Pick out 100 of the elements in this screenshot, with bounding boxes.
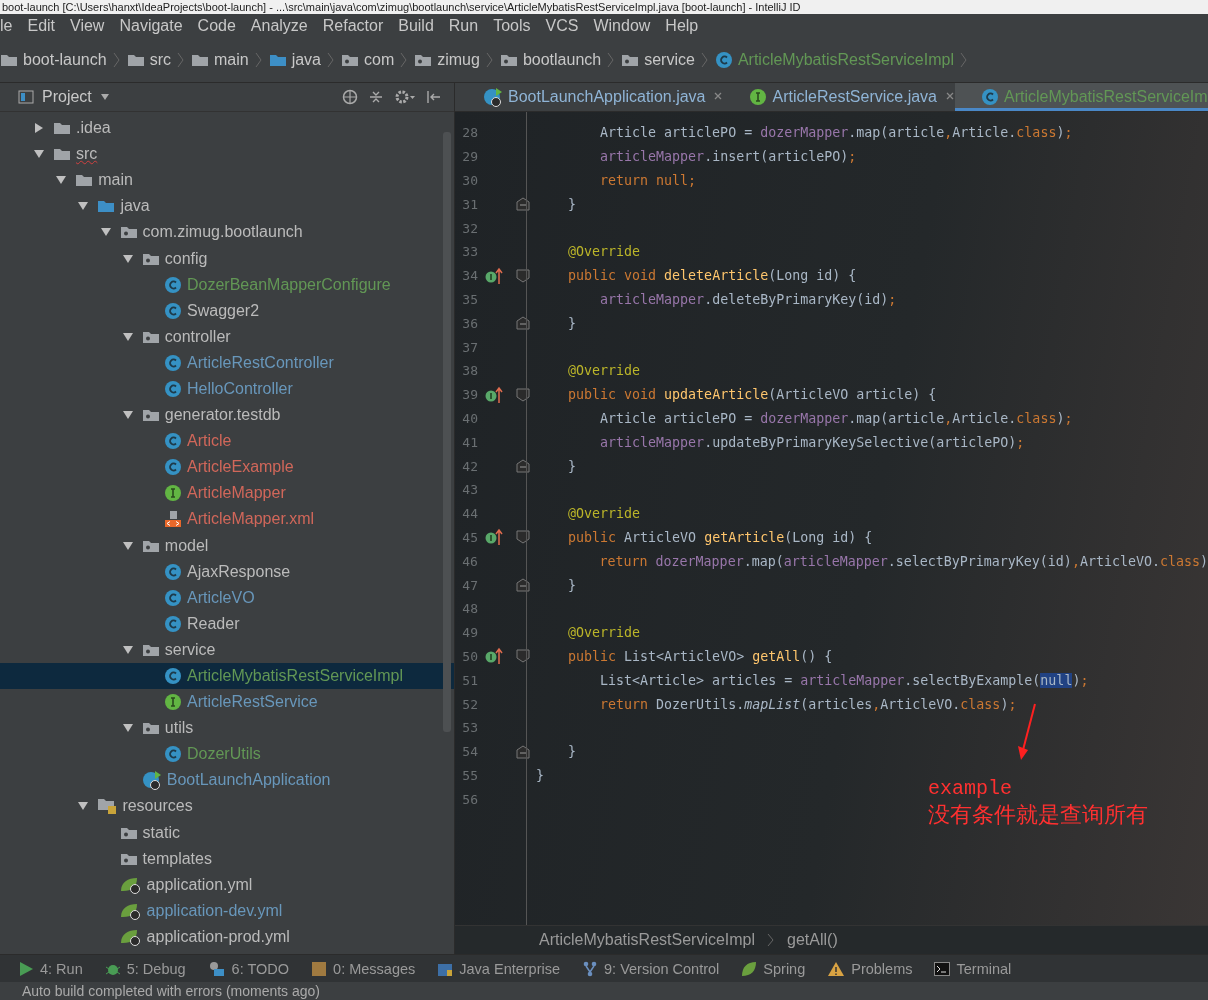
tool-window-button[interactable]: 6: TODO: [207, 960, 290, 977]
breadcrumb-item[interactable]: bootlaunch: [522, 51, 602, 69]
menu-item[interactable]: le: [0, 17, 13, 35]
target-icon[interactable]: [342, 89, 358, 105]
tree-item[interactable]: AjaxResponse: [0, 558, 454, 585]
tree-item[interactable]: java: [0, 193, 454, 220]
implements-marker-icon[interactable]: [485, 385, 503, 404]
scrollbar-thumb[interactable]: [443, 132, 451, 732]
menu-item[interactable]: Help: [665, 17, 699, 35]
editor-tab[interactable]: BootLaunchApplication.java: [455, 83, 714, 111]
tree-item[interactable]: resources: [0, 793, 454, 820]
breadcrumb-item[interactable]: com: [364, 51, 395, 69]
tree-item[interactable]: DozerBeanMapperConfigure: [0, 271, 454, 298]
breadcrumb-item[interactable]: service: [644, 51, 695, 69]
tool-window-button[interactable]: Problems: [827, 960, 913, 977]
tree-item[interactable]: ArticleRestController: [0, 349, 454, 376]
breadcrumb-item[interactable]: ArticleMybatisRestServiceImpl: [539, 931, 756, 949]
tree-item[interactable]: ArticleVO: [0, 584, 454, 611]
tree-item[interactable]: DozerUtils: [0, 741, 454, 768]
fold-marker-icon[interactable]: [516, 387, 530, 402]
tree-item[interactable]: Reader: [0, 610, 454, 637]
tree-item[interactable]: BootLaunchApplication: [0, 767, 454, 794]
tree-item[interactable]: Swagger2: [0, 297, 454, 324]
tree-item[interactable]: templates: [0, 845, 454, 872]
tool-window-button[interactable]: Java Enterprise: [437, 960, 561, 977]
menu-item[interactable]: Tools: [493, 17, 531, 35]
editor-tab[interactable]: ArticleRestService.java: [723, 83, 945, 111]
implements-marker-icon[interactable]: [485, 528, 503, 547]
menu-item[interactable]: View: [70, 17, 105, 35]
tree-item[interactable]: application-prod.yml: [0, 923, 454, 950]
tree-item[interactable]: .idea: [0, 115, 454, 142]
hide-panel-icon[interactable]: [426, 89, 442, 105]
menu-item[interactable]: Code: [197, 17, 236, 35]
package-icon: [414, 53, 433, 67]
expand-arrow-icon[interactable]: [33, 122, 45, 135]
tool-window-button[interactable]: 0: Messages: [311, 960, 416, 977]
expand-arrow-icon[interactable]: [121, 330, 134, 343]
tree-item[interactable]: service: [0, 636, 454, 663]
settings-icon[interactable]: [394, 89, 416, 105]
tree-label: main: [98, 171, 133, 190]
fold-marker-icon[interactable]: [516, 268, 530, 283]
tree-item[interactable]: ArticleRestService: [0, 689, 454, 716]
panel-icon: [18, 89, 34, 105]
expand-arrow-icon[interactable]: [121, 643, 134, 656]
expand-arrow-icon[interactable]: [121, 539, 134, 552]
tree-item[interactable]: model: [0, 532, 454, 559]
tree-item[interactable]: ArticleMapper: [0, 480, 454, 507]
tree-item[interactable]: application-dev.yml: [0, 897, 454, 924]
menu-item[interactable]: Build: [398, 17, 434, 35]
fold-marker-icon[interactable]: [516, 459, 530, 474]
fold-marker-icon[interactable]: [516, 316, 530, 331]
implements-marker-icon[interactable]: [485, 647, 503, 666]
fold-marker-icon[interactable]: [516, 578, 530, 593]
menu-item[interactable]: Run: [448, 17, 479, 35]
implements-marker-icon[interactable]: [485, 266, 503, 285]
tool-window-button[interactable]: Spring: [741, 960, 806, 977]
code-line: @Override: [567, 506, 641, 522]
collapse-all-icon[interactable]: [368, 89, 384, 105]
breadcrumb-item[interactable]: src: [149, 51, 171, 69]
tree-item[interactable]: utils: [0, 715, 454, 742]
menu-item[interactable]: Analyze: [250, 17, 308, 35]
tree-item[interactable]: com.zimug.bootlaunch: [0, 219, 454, 246]
class-icon: [164, 588, 182, 607]
breadcrumb-item[interactable]: main: [213, 51, 249, 69]
tree-item[interactable]: generator.testdb: [0, 402, 454, 429]
breadcrumb-item[interactable]: ArticleMybatisRestServiceImpl: [737, 51, 954, 69]
fold-marker-icon[interactable]: [516, 744, 530, 759]
chevron-icon: [254, 52, 263, 68]
tree-item[interactable]: static: [0, 819, 454, 846]
tool-window-button[interactable]: 5: Debug: [104, 960, 186, 977]
fold-marker-icon[interactable]: [516, 530, 530, 545]
class-icon: [164, 353, 182, 372]
class-icon: [164, 275, 182, 294]
tree-item[interactable]: HelloController: [0, 375, 454, 403]
menu-item[interactable]: Navigate: [119, 17, 183, 35]
tree-item[interactable]: application.yml: [0, 871, 454, 898]
breadcrumb-item[interactable]: java: [291, 51, 321, 69]
tree-item[interactable]: src: [0, 141, 454, 168]
fold-marker-icon[interactable]: [516, 649, 530, 664]
tree-item[interactable]: ArticleMapper.xml: [0, 506, 454, 533]
breadcrumb-item[interactable]: getAll(): [787, 931, 838, 949]
menu-item[interactable]: Window: [593, 17, 651, 35]
tree-item[interactable]: ArticleExample: [0, 454, 454, 481]
tool-window-button[interactable]: Terminal: [934, 960, 1012, 977]
chevron-icon: [112, 52, 121, 68]
tree-item[interactable]: ArticleMybatisRestServiceImpl: [0, 662, 454, 690]
menu-item[interactable]: Refactor: [322, 17, 384, 35]
tree-item[interactable]: Article: [0, 428, 454, 455]
expand-arrow-icon[interactable]: [121, 252, 134, 265]
breadcrumb-item[interactable]: zimug: [437, 51, 480, 69]
fold-marker-icon[interactable]: [516, 197, 530, 212]
tree-item[interactable]: config: [0, 245, 454, 272]
menu-item[interactable]: VCS: [545, 17, 579, 35]
tool-window-button[interactable]: 9: Version Control: [582, 960, 720, 977]
tree-item[interactable]: controller: [0, 323, 454, 350]
panel-title[interactable]: Project: [42, 88, 92, 106]
tree-item[interactable]: main: [0, 167, 454, 194]
menu-item[interactable]: Edit: [27, 17, 56, 35]
tool-window-button[interactable]: 4: Run: [18, 960, 83, 977]
breadcrumb-item[interactable]: boot-launch: [23, 51, 107, 69]
